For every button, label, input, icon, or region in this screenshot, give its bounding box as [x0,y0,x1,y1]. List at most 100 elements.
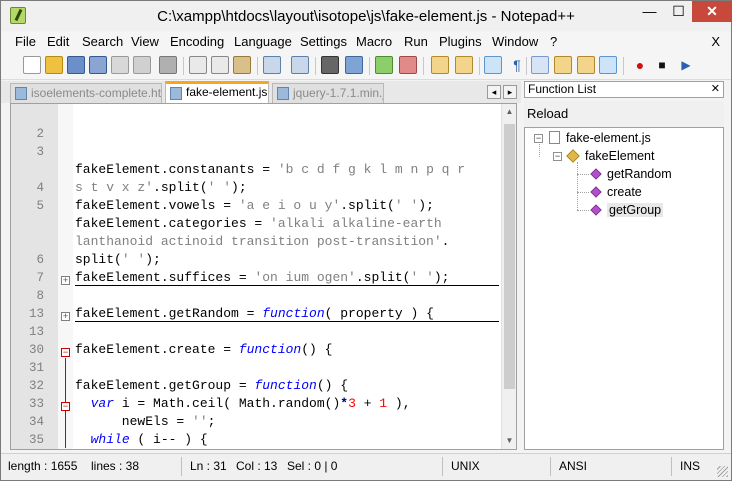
folder-workspace-icon[interactable] [577,56,595,74]
save-icon[interactable] [67,56,85,74]
scroll-down-icon[interactable]: ▼ [502,433,516,449]
code-line: lanthanoid actinoid transition post-tran… [11,197,516,249]
new-file-icon[interactable] [23,56,41,74]
indent-guide-icon[interactable] [531,56,549,74]
status-separator [181,457,182,476]
maximize-button[interactable]: ☐ [665,1,692,22]
status-line-number: Ln : 31 [190,459,227,473]
tree-connector [577,192,589,193]
tree-connector [577,162,578,210]
close-all-icon[interactable] [133,56,151,74]
menu-view[interactable]: View [131,34,159,49]
tree-connector [577,210,589,211]
file-tab-icon [15,87,27,100]
scrollbar-thumb[interactable] [504,124,515,389]
code-line: 7 [11,251,516,285]
sync-vertical-icon[interactable] [431,56,449,74]
menu-bar: File Edit Search View Encoding Language … [1,32,731,52]
menu-search[interactable]: Search [82,34,123,49]
show-all-chars-icon[interactable]: ¶ [508,56,526,74]
status-bar: length : 1655 lines : 38 Ln : 31 Col : 1… [1,453,731,480]
code-line: 4 fakeElement.vowels = 'a e i o u y'.spl… [11,161,516,213]
replace-icon[interactable] [345,56,363,74]
code-line: 13 fakeElement.create = function() { [11,305,516,357]
code-text: newEls += fakeElement.create(); [75,449,348,450]
status-column: Col : 13 [236,459,278,473]
tree-collapse-icon[interactable]: − [553,152,562,161]
print-icon[interactable] [159,56,177,74]
menu-settings[interactable]: Settings [300,34,347,49]
cut-icon[interactable] [189,56,207,74]
status-insert-mode[interactable]: INS [680,459,700,473]
tab-scroll-left-button[interactable]: ◂ [487,85,501,99]
find-icon[interactable] [321,56,339,74]
tree-collapse-icon[interactable]: − [534,134,543,143]
code-line: split(' '); [11,215,516,267]
code-editor[interactable]: + + − − 2 3 fakeElement.constanants = 'b… [10,103,517,450]
code-line: 32 var i = Math.ceil( Math.random()*3 + … [11,359,516,411]
save-all-icon[interactable] [89,56,107,74]
status-encoding[interactable]: ANSI [559,459,587,473]
toolbar-separator [479,57,480,75]
close-document-button[interactable]: X [711,34,720,49]
zoom-in-icon[interactable] [375,56,393,74]
menu-macro[interactable]: Macro [356,34,392,49]
code-line: 13 [11,287,516,321]
vertical-scrollbar[interactable]: ▲ ▼ [501,104,516,449]
sync-horizontal-icon[interactable] [455,56,473,74]
close-panel-icon[interactable]: ✕ [711,82,720,97]
word-wrap-icon[interactable] [484,56,502,74]
function-list-title: Function List [528,82,597,96]
undo-icon[interactable] [263,56,281,74]
stop-macro-icon[interactable]: ■ [653,56,671,74]
tree-method-label: create [607,185,642,199]
zoom-out-icon[interactable] [399,56,417,74]
menu-file[interactable]: File [15,34,36,49]
tab-jquery[interactable]: jquery-1.7.1.min.js [272,83,384,103]
tree-node-file[interactable]: fake-element.js [549,129,651,147]
copy-icon[interactable] [211,56,229,74]
tab-label: isoelements-complete.html [31,86,162,100]
minimize-button[interactable]: — [636,1,663,22]
tab-isoelements-complete[interactable]: isoelements-complete.html [10,83,162,103]
tab-fake-element[interactable]: fake-element.js [165,81,269,103]
code-line: 35 newEls += fakeElement.create(); [11,413,516,447]
tree-method-label: getGroup [607,203,664,217]
redo-icon[interactable] [291,56,309,74]
function-tree: − fake-element.js − fakeElement getRando… [524,127,724,450]
status-eol-format[interactable]: UNIX [451,459,480,473]
code-line: 36 } [11,431,516,449]
tab-scroll-right-button[interactable]: ▸ [503,85,517,99]
tree-node-method[interactable]: getGroup [590,201,664,219]
scroll-up-icon[interactable]: ▲ [502,104,516,120]
tree-node-method[interactable]: getRandom [590,165,672,183]
record-macro-icon[interactable]: ● [631,56,649,74]
tree-class-label: fakeElement [585,149,655,163]
close-icon[interactable] [111,56,129,74]
document-map-icon[interactable] [554,56,572,74]
resize-grip-icon[interactable] [717,466,728,477]
toolbar: ¶ ● ■ ▶ [1,52,731,80]
tree-connector [539,144,540,157]
play-macro-icon[interactable]: ▶ [677,56,695,74]
status-separator [442,457,443,476]
code-line: 33 newEls = ''; [11,377,516,429]
open-file-icon[interactable] [45,56,63,74]
paste-icon[interactable] [233,56,251,74]
code-line: 34 while ( i-- ) { [11,395,516,447]
menu-language[interactable]: Language [234,34,292,49]
menu-run[interactable]: Run [404,34,428,49]
menu-plugins[interactable]: Plugins [439,34,482,49]
menu-edit[interactable]: Edit [47,34,69,49]
function-list-icon[interactable] [599,56,617,74]
reload-button[interactable]: Reload [527,106,568,121]
menu-help[interactable]: ? [550,34,557,49]
tree-node-method[interactable]: create [590,183,642,201]
close-window-button[interactable]: ✕ [692,1,732,22]
file-tab-icon [170,87,182,100]
menu-window[interactable]: Window [492,34,538,49]
tree-node-class[interactable]: fakeElement [566,147,655,165]
method-icon [590,168,602,180]
menu-encoding[interactable]: Encoding [170,34,224,49]
tab-label: fake-element.js [186,85,268,99]
